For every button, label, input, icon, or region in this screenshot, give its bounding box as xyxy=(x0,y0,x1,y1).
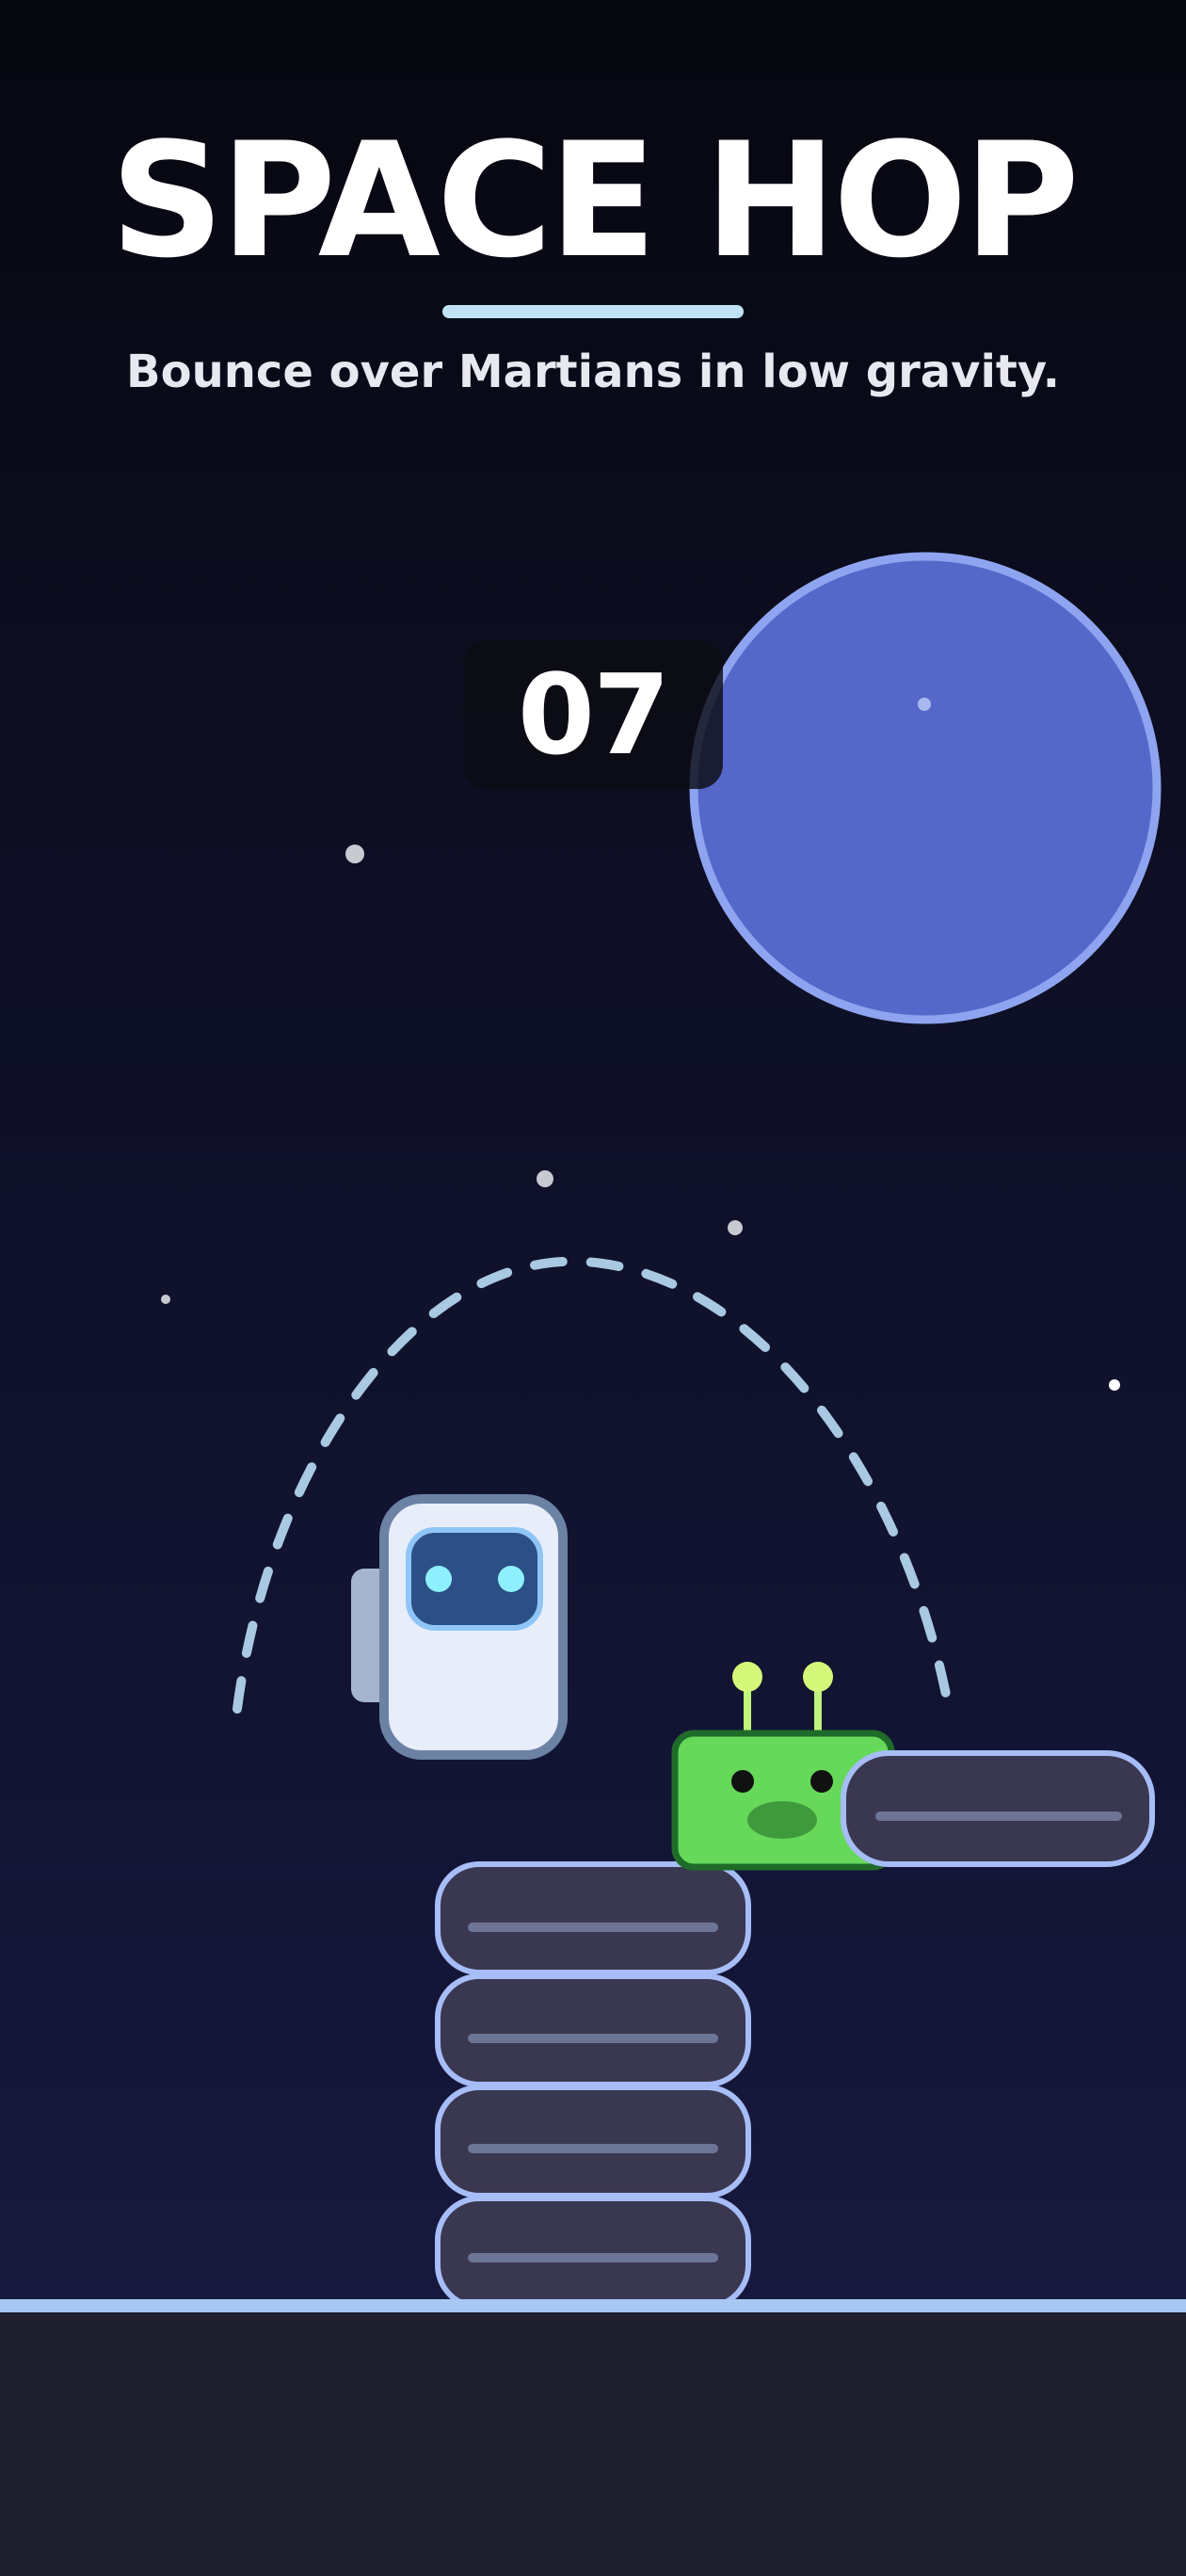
star xyxy=(345,845,364,863)
platform-stack xyxy=(435,1861,751,2310)
floating-platform xyxy=(841,1750,1155,1867)
platform xyxy=(435,2085,751,2198)
planet-icon xyxy=(689,552,1162,1024)
platform xyxy=(435,1973,751,2087)
star xyxy=(728,1220,743,1235)
star xyxy=(1109,1379,1120,1391)
star xyxy=(161,1295,170,1304)
game-scene[interactable] xyxy=(0,0,1186,2576)
star xyxy=(537,1170,553,1187)
platform xyxy=(435,1861,751,1975)
platform xyxy=(435,2196,751,2310)
score-display: 07 xyxy=(463,640,723,789)
score-value: 07 xyxy=(517,650,670,780)
astronaut-icon[interactable] xyxy=(351,1494,568,1760)
jump-trajectory xyxy=(232,1256,954,1714)
ground xyxy=(0,2299,1186,2576)
